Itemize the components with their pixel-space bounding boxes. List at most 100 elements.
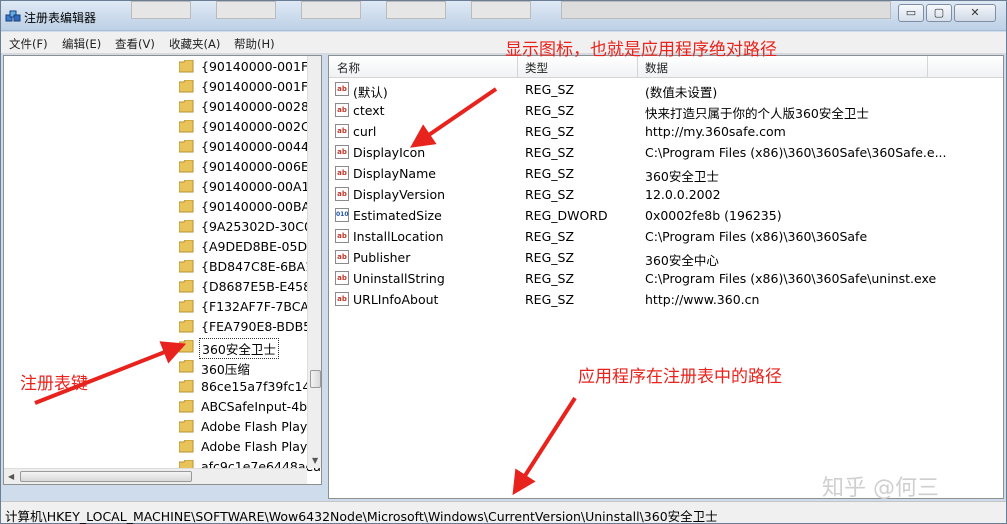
menu-favorites[interactable]: 收藏夹(A) [169,36,220,52]
tree-horizontal-thumb[interactable] [20,471,192,482]
scroll-down-icon[interactable]: ▼ [312,456,318,465]
tree-item-label: ABCSafeInput-4b9 [201,399,316,414]
column-header-data[interactable]: 数据 [645,60,668,76]
value-row[interactable]: ab DisplayVersion REG_SZ 12.0.0.2002 [329,184,1003,205]
tree-item[interactable]: {90140000-0028-0 [4,97,321,117]
tree-item[interactable]: Adobe Flash Playe [4,437,315,457]
folder-icon [179,260,194,273]
folder-icon [179,200,194,213]
tree-item-label: {90140000-002C-0 [201,119,322,134]
tree-item[interactable]: {9A25302D-30C0-3 [4,217,321,237]
value-row[interactable]: ab InstallLocation REG_SZ C:\Program Files … [329,226,1003,247]
tree-item[interactable]: {90140000-0044-0 [4,137,321,157]
tree-item[interactable]: {90140000-002C-0 [4,117,321,137]
string-value-icon: ab [335,229,349,243]
value-type: REG_SZ [525,103,575,118]
annotation-display-icon: 显示图标，也就是应用程序绝对路径 [505,40,777,60]
value-type: REG_DWORD [525,208,608,223]
tree-item[interactable]: {90140000-00A1-0 [4,177,321,197]
menu-help[interactable]: 帮助(H) [234,36,275,52]
tree-item[interactable]: {90140000-00BA-0 [4,197,321,217]
string-value-icon: ab [335,103,349,117]
tree-item-label: 86ce15a7f39fc143 [201,379,319,394]
value-row[interactable]: ab ctext REG_SZ 快来打造只属于你的个人版360安全卫士 [329,100,1003,121]
tree-item-label: 360压缩 [201,362,250,377]
tree-item[interactable]: {BD847C8E-6BA1- [4,257,318,277]
value-data: 360安全中心 [645,253,719,268]
tree-item-label: Adobe Flash Playe [201,439,316,454]
tree-item[interactable]: {FEA790E8-BDB5-4 [4,317,321,337]
value-name: DisplayIcon [353,145,426,160]
value-name: UninstallString [353,271,445,286]
window-title: 注册表编辑器 [24,11,97,25]
tree-item[interactable]: ABCSafeInput-4b9 [4,397,315,417]
value-row[interactable]: 010 EstimatedSize REG_DWORD 0x0002fe8b (196… [329,205,1003,226]
tree-item[interactable]: 360安全卫士 [4,337,309,359]
folder-icon [179,380,194,393]
tree-item-label: {90140000-006E-0 [201,159,322,174]
column-header-name[interactable]: 名称 [337,60,360,76]
value-type: REG_SZ [525,82,575,97]
value-name: ctext [353,103,385,118]
registry-value-list[interactable]: 名称 类型 数据 ab (默认) REG_SZ (数值未设置) ab ctext REG_S… [328,55,1004,499]
tree-vertical-scrollbar[interactable]: ▼ [307,56,321,468]
scroll-left-icon[interactable]: ◀ [8,472,14,481]
tree-item[interactable]: {D8687E5B-E458-4 [4,277,321,297]
tree-item[interactable]: {F132AF7F-7BCA-4 [4,297,321,317]
folder-icon [179,220,194,233]
title-bar[interactable]: 注册表编辑器 ▭ ▢ ✕ [1,1,1006,31]
value-name: URLInfoAbout [353,292,439,307]
value-data: http://www.360.cn [645,292,760,307]
status-path: 计算机\HKEY_LOCAL_MACHINE\SOFTWARE\Wow6432N… [5,509,718,524]
minimize-button[interactable]: ▭ [898,4,924,22]
tree-vertical-thumb[interactable] [310,370,321,388]
value-row[interactable]: ab curl REG_SZ http://my.360safe.com [329,121,1003,142]
value-row[interactable]: ab URLInfoAbout REG_SZ http://www.360.cn [329,289,1003,310]
tree-item[interactable]: {90140000-001F-0 [4,57,321,77]
registry-key-tree[interactable]: {90140000-001F-0 {90140000-001F-0 {9014000… [3,55,322,485]
tree-item[interactable]: Adobe Flash Playe [4,417,315,437]
tree-item-label: {90140000-0044-0 [201,139,322,154]
value-type: REG_SZ [525,250,575,265]
column-header-type[interactable]: 类型 [525,60,548,76]
tree-item-label: {90140000-00A1-0 [201,179,322,194]
tree-horizontal-scrollbar[interactable]: ◀ [4,468,307,484]
annotation-registry-key: 注册表键 [20,374,88,394]
tree-item-label: {F132AF7F-7BCA-4 [201,299,322,314]
string-value-icon: ab [335,82,349,96]
value-name: InstallLocation [353,229,444,244]
value-type: REG_SZ [525,292,575,307]
tree-item[interactable]: {A9DED8BE-05DF- [4,237,319,257]
tree-item[interactable]: {90140000-001F-0 [4,77,321,97]
zhihu-watermark: 知乎 @何三 [822,476,939,501]
tree-item-label: {D8687E5B-E458-4 [201,279,322,294]
value-row[interactable]: ab (默认) REG_SZ (数值未设置) [329,79,1003,100]
value-type: REG_SZ [525,145,575,160]
menu-file[interactable]: 文件(F) [9,36,48,52]
tree-item-label: {90140000-00BA-0 [201,199,322,214]
tree-item-label: {FEA790E8-BDB5-4 [201,319,322,334]
string-value-icon: ab [335,292,349,306]
column-divider[interactable] [927,56,928,78]
value-type: REG_SZ [525,229,575,244]
maximize-button[interactable]: ▢ [926,4,952,22]
folder-icon [179,300,194,313]
value-row[interactable]: ab Publisher REG_SZ 360安全中心 [329,247,1003,268]
regedit-app-icon [5,10,21,22]
tree-item-label: {BD847C8E-6BA1- [201,259,318,274]
menu-view[interactable]: 查看(V) [115,36,155,52]
value-row[interactable]: ab UninstallString REG_SZ C:\Program Files … [329,268,1003,289]
value-type: REG_SZ [525,187,575,202]
string-value-icon: ab [335,271,349,285]
value-data: C:\Program Files (x86)\360\360Safe [645,229,868,244]
tree-item-label: {9A25302D-30C0-3 [201,219,322,234]
menu-edit[interactable]: 编辑(E) [62,36,101,52]
tree-item[interactable]: {90140000-006E-0 [4,157,321,177]
close-button[interactable]: ✕ [954,4,996,22]
value-row[interactable]: ab DisplayName REG_SZ 360安全卫士 [329,163,1003,184]
value-row[interactable]: ab DisplayIcon REG_SZ C:\Program Files (x86… [329,142,1003,163]
folder-icon [179,160,194,173]
value-data: 0x0002fe8b (196235) [645,208,782,223]
dword-value-icon: 010 [335,208,349,222]
value-data: 快来打造只属于你的个人版360安全卫士 [645,106,869,121]
